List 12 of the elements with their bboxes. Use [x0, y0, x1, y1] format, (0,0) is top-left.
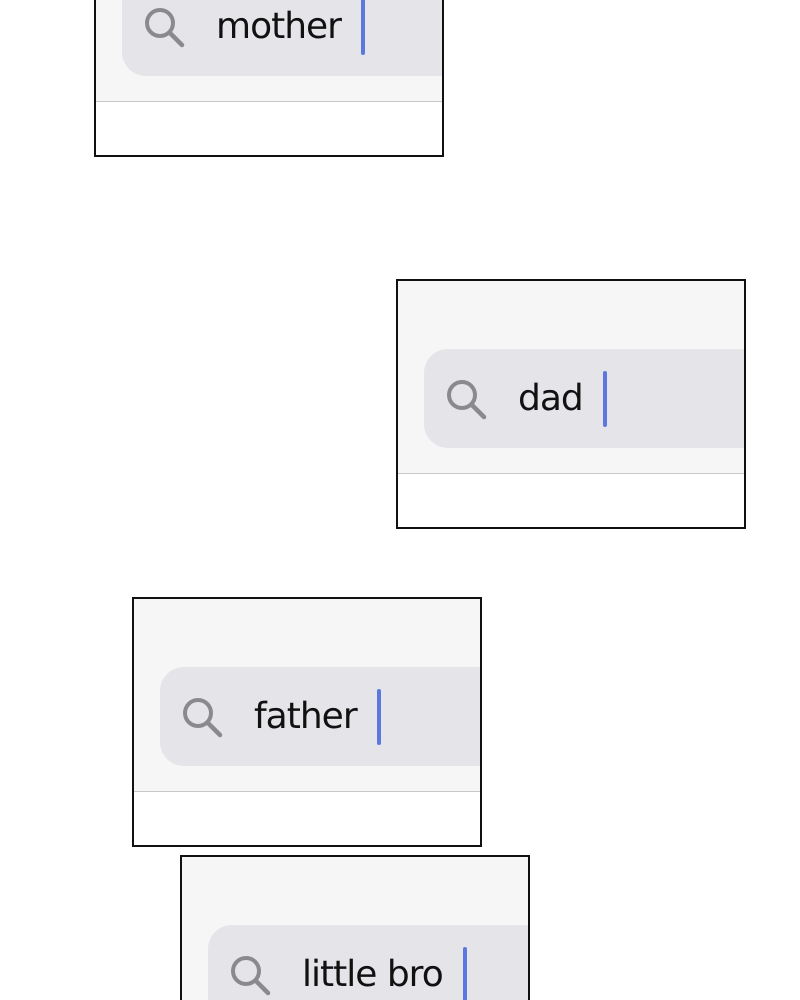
search-field[interactable]: dad — [424, 349, 744, 448]
search-text: little bro — [302, 954, 443, 994]
text-cursor — [376, 688, 381, 744]
search-text: father — [254, 696, 357, 736]
search-field[interactable]: mother — [122, 0, 442, 76]
text-cursor — [602, 370, 607, 426]
search-field[interactable]: little bro — [208, 925, 528, 1000]
search-text: mother — [216, 6, 341, 46]
search-text: dad — [518, 378, 583, 418]
text-cursor — [462, 946, 467, 1000]
search-field[interactable]: father — [160, 667, 480, 766]
text-cursor — [360, 0, 365, 54]
